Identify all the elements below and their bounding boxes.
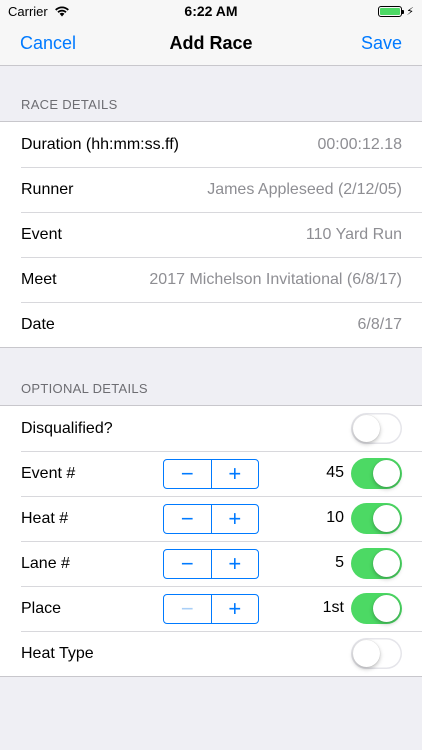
- date-label: Date: [21, 315, 55, 333]
- section-header-optional-details: OPTIONAL DETAILS: [21, 381, 148, 396]
- heat-number-row: Heat # − + 10: [0, 496, 422, 541]
- event-label: Event: [21, 225, 62, 243]
- place-switch[interactable]: [351, 593, 402, 624]
- heat-number-decrement-button[interactable]: −: [164, 505, 212, 533]
- lane-number-decrement-button[interactable]: −: [164, 550, 212, 578]
- section-header-race-details: RACE DETAILS: [21, 97, 118, 112]
- heat-number-stepper: − +: [163, 504, 259, 534]
- event-number-increment-button[interactable]: +: [212, 460, 259, 488]
- event-number-stepper: − +: [163, 459, 259, 489]
- status-bar: Carrier 6:22 AM ⚡: [0, 0, 422, 22]
- heat-number-increment-button[interactable]: +: [212, 505, 259, 533]
- disqualified-row: Disqualified?: [0, 406, 422, 451]
- date-value: 6/8/17: [357, 315, 402, 333]
- event-number-label: Event #: [21, 464, 76, 482]
- place-value: 1st: [322, 599, 344, 616]
- lane-number-increment-button[interactable]: +: [212, 550, 259, 578]
- heat-type-switch[interactable]: [351, 638, 402, 669]
- event-row[interactable]: Event 110 Yard Run: [0, 212, 422, 257]
- heat-number-value: 10: [326, 509, 344, 526]
- save-button[interactable]: Save: [361, 33, 402, 54]
- meet-label: Meet: [21, 270, 57, 288]
- date-row[interactable]: Date 6/8/17: [0, 302, 422, 347]
- event-number-value: 45: [326, 464, 344, 481]
- event-value: 110 Yard Run: [305, 225, 402, 243]
- heat-type-label: Heat Type: [21, 644, 94, 662]
- lane-number-switch[interactable]: [351, 548, 402, 579]
- duration-label: Duration (hh:mm:ss.ff): [21, 135, 179, 153]
- place-label: Place: [21, 599, 62, 617]
- battery-icon: [378, 5, 405, 17]
- disqualified-switch[interactable]: [351, 413, 402, 444]
- meet-value: 2017 Michelson Invitational (6/8/17): [149, 270, 402, 288]
- lane-number-stepper: − +: [163, 549, 259, 579]
- event-number-switch[interactable]: [351, 458, 402, 489]
- disqualified-label: Disqualified?: [21, 419, 113, 437]
- runner-label: Runner: [21, 180, 74, 198]
- lane-number-value: 5: [335, 554, 344, 571]
- place-decrement-button[interactable]: −: [164, 595, 212, 623]
- heat-type-row: Heat Type: [0, 631, 422, 676]
- cancel-button[interactable]: Cancel: [20, 33, 76, 54]
- navigation-bar: Cancel Add Race Save: [0, 22, 422, 66]
- lane-number-label: Lane #: [21, 554, 70, 572]
- optional-details-group: Disqualified? Event # − + 45 Heat # − + …: [0, 405, 422, 677]
- heat-number-label: Heat #: [21, 509, 69, 527]
- heat-number-switch[interactable]: [351, 503, 402, 534]
- duration-value: 00:00:12.18: [317, 135, 402, 153]
- duration-row[interactable]: Duration (hh:mm:ss.ff) 00:00:12.18: [0, 122, 422, 167]
- place-row: Place − + 1st: [0, 586, 422, 631]
- runner-row[interactable]: Runner James Appleseed (2/12/05): [0, 167, 422, 212]
- place-stepper: − +: [163, 594, 259, 624]
- runner-value: James Appleseed (2/12/05): [207, 180, 402, 198]
- event-number-decrement-button[interactable]: −: [164, 460, 212, 488]
- status-time: 6:22 AM: [184, 3, 238, 19]
- meet-row[interactable]: Meet 2017 Michelson Invitational (6/8/17…: [0, 257, 422, 302]
- place-increment-button[interactable]: +: [212, 595, 259, 623]
- lane-number-row: Lane # − + 5: [0, 541, 422, 586]
- race-details-group: Duration (hh:mm:ss.ff) 00:00:12.18 Runne…: [0, 121, 422, 348]
- event-number-row: Event # − + 45: [0, 451, 422, 496]
